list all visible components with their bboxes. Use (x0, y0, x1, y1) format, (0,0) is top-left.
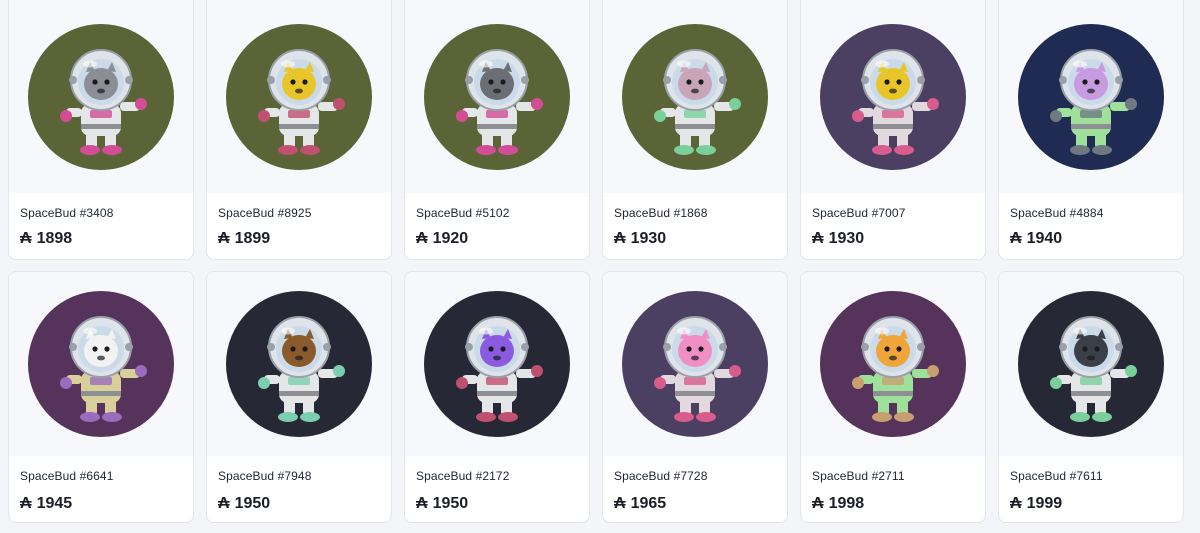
nft-name: SpaceBud #7007 (812, 206, 906, 220)
nft-thumbnail[interactable] (999, 272, 1183, 456)
nft-thumbnail[interactable] (207, 272, 391, 456)
spacebud-goggles-avatar (622, 23, 768, 170)
spacebud-white-cat-camo-avatar (28, 291, 174, 437)
spacebud-purple-monkey-avatar (1018, 23, 1164, 170)
nft-price: ₳ 1898 (20, 230, 72, 248)
ada-currency-icon: ₳ (20, 495, 32, 512)
nft-price: ₳ 1950 (416, 495, 468, 513)
ada-currency-icon: ₳ (218, 230, 230, 247)
ada-currency-icon: ₳ (812, 495, 824, 512)
nft-card[interactable]: SpaceBud #1868 ₳ 1930 (602, 0, 788, 260)
nft-thumbnail[interactable] (405, 272, 589, 456)
nft-price-value: 1998 (828, 495, 865, 512)
nft-price-value: 1945 (36, 495, 73, 512)
ada-currency-icon: ₳ (416, 495, 428, 512)
spacebud-purple-dragon-avatar (424, 291, 570, 437)
nft-price-value: 1898 (36, 230, 73, 247)
nft-name: SpaceBud #7728 (614, 469, 708, 483)
nft-card[interactable]: SpaceBud #5102 ₳ 1920 (404, 0, 590, 260)
ada-currency-icon: ₳ (20, 230, 32, 247)
spacebud-pink-cat-avatar (622, 291, 768, 437)
ada-currency-icon: ₳ (614, 230, 626, 247)
nft-price: ₳ 1950 (218, 495, 270, 513)
nft-thumbnail[interactable] (9, 0, 193, 193)
nft-price: ₳ 1945 (20, 495, 72, 513)
spacebud-grid: SpaceBud #3408 ₳ 1898 SpaceBud #8925 ₳ 1899 (8, 0, 1184, 523)
nft-name: SpaceBud #4884 (1010, 206, 1104, 220)
nft-card[interactable]: SpaceBud #7611 ₳ 1999 (998, 271, 1184, 523)
nft-name: SpaceBud #6641 (20, 469, 114, 483)
nft-card[interactable]: SpaceBud #3408 ₳ 1898 (8, 0, 194, 260)
spacebud-yellow-dragon-pink-suit-avatar (820, 23, 966, 170)
nft-name: SpaceBud #2172 (416, 469, 510, 483)
ada-currency-icon: ₳ (1010, 495, 1022, 512)
spacebud-yellow-dragon-avatar (226, 23, 372, 170)
nft-price: ₳ 1930 (812, 230, 864, 248)
ada-currency-icon: ₳ (218, 495, 230, 512)
nft-name: SpaceBud #7948 (218, 469, 312, 483)
nft-name: SpaceBud #5102 (416, 206, 510, 220)
nft-price: ₳ 1920 (416, 230, 468, 248)
nft-price-value: 1920 (432, 230, 469, 247)
nft-price-value: 1999 (1026, 495, 1063, 512)
nft-price: ₳ 1899 (218, 230, 270, 248)
nft-price: ₳ 1998 (812, 495, 864, 513)
nft-price-value: 1965 (630, 495, 667, 512)
spacebud-grey-wolf-avatar (424, 23, 570, 170)
nft-price-value: 1950 (432, 495, 469, 512)
nft-thumbnail[interactable] (603, 0, 787, 193)
spacebud-robot-visor-avatar (1018, 291, 1164, 437)
spacebud-rottweiler-avatar (226, 291, 372, 437)
nft-card[interactable]: SpaceBud #8925 ₳ 1899 (206, 0, 392, 260)
nft-name: SpaceBud #1868 (614, 206, 708, 220)
nft-price-value: 1930 (828, 230, 865, 247)
nft-thumbnail[interactable] (603, 272, 787, 456)
nft-card[interactable]: SpaceBud #2711 ₳ 1998 (800, 271, 986, 523)
spacebud-orange-cat-green-suit-avatar (820, 291, 966, 437)
nft-price: ₳ 1930 (614, 230, 666, 248)
ada-currency-icon: ₳ (812, 230, 824, 247)
nft-name: SpaceBud #2711 (812, 469, 905, 483)
nft-name: SpaceBud #7611 (1010, 469, 1103, 483)
nft-card[interactable]: SpaceBud #2172 ₳ 1950 (404, 271, 590, 523)
nft-card[interactable]: SpaceBud #7007 ₳ 1930 (800, 0, 986, 260)
nft-card[interactable]: SpaceBud #6641 ₳ 1945 (8, 271, 194, 523)
nft-name: SpaceBud #3408 (20, 206, 114, 220)
nft-price: ₳ 1965 (614, 495, 666, 513)
ada-currency-icon: ₳ (614, 495, 626, 512)
nft-card[interactable]: SpaceBud #4884 ₳ 1940 (998, 0, 1184, 260)
nft-thumbnail[interactable] (405, 0, 589, 193)
nft-price-value: 1940 (1026, 230, 1063, 247)
spacebud-bear-sunglasses-avatar (28, 23, 174, 170)
ada-currency-icon: ₳ (416, 230, 428, 247)
ada-currency-icon: ₳ (1010, 230, 1022, 247)
nft-price-value: 1950 (234, 495, 271, 512)
nft-card[interactable]: SpaceBud #7728 ₳ 1965 (602, 271, 788, 523)
nft-thumbnail[interactable] (9, 272, 193, 456)
nft-price: ₳ 1940 (1010, 230, 1062, 248)
nft-price: ₳ 1999 (1010, 495, 1062, 513)
nft-thumbnail[interactable] (207, 0, 391, 193)
nft-card[interactable]: SpaceBud #7948 ₳ 1950 (206, 271, 392, 523)
nft-thumbnail[interactable] (801, 0, 985, 193)
nft-thumbnail[interactable] (999, 0, 1183, 193)
nft-name: SpaceBud #8925 (218, 206, 312, 220)
nft-thumbnail[interactable] (801, 272, 985, 456)
nft-price-value: 1930 (630, 230, 667, 247)
nft-price-value: 1899 (234, 230, 271, 247)
